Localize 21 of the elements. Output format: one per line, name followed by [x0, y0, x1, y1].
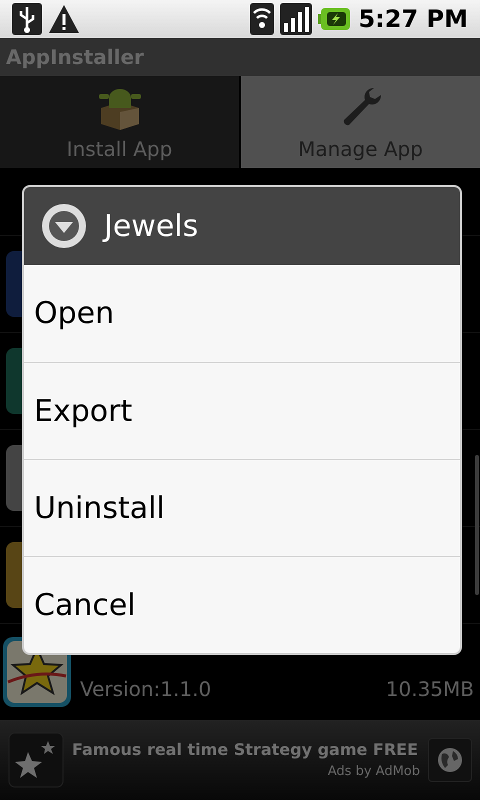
ad-text: Famous real time Strategy game FREE — [72, 739, 420, 762]
dialog-title: Jewels — [104, 208, 198, 246]
warning-icon — [48, 4, 80, 34]
menu-item[interactable]: Open — [24, 265, 460, 362]
ad-banner[interactable]: Famous real time Strategy game FREE Ads by AdMob — [0, 720, 480, 800]
battery-charging-icon — [318, 8, 350, 30]
ad-credit: Ads by AdMob — [328, 763, 420, 782]
wifi-icon — [250, 3, 274, 35]
app-version: Version:1.1.0 — [80, 676, 212, 703]
app-size: 10.35MB — [386, 676, 474, 703]
globe-icon — [436, 746, 464, 774]
menu-item[interactable]: Export — [24, 362, 460, 459]
globe-button[interactable] — [428, 738, 472, 782]
usb-icon — [12, 3, 42, 35]
app-title: AppInstaller — [6, 44, 144, 71]
signal-icon — [280, 3, 312, 35]
menu-item[interactable]: Uninstall — [24, 459, 460, 556]
clock: 5:27 PM — [358, 4, 468, 35]
menu-item[interactable]: Cancel — [24, 556, 460, 653]
stars-icon — [8, 732, 64, 788]
dropdown-circle-icon — [40, 202, 88, 250]
